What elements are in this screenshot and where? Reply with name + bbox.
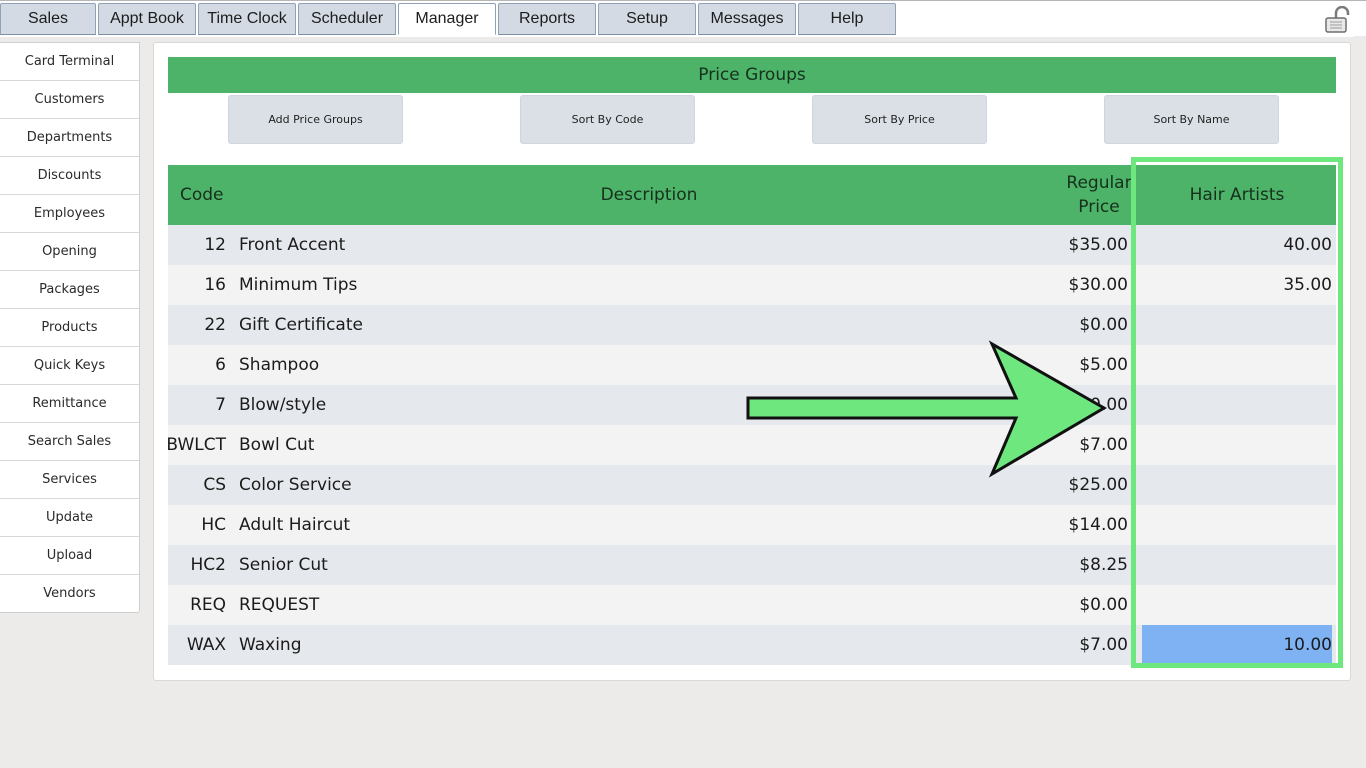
table-row[interactable]: 22 Gift Certificate $0.00 [168,305,1336,345]
cell-regular-price: $0.00 [1079,595,1128,615]
padlock-open-icon[interactable] [1322,5,1354,34]
table-row[interactable]: 12 Front Accent $35.00 40.00 [168,225,1336,265]
tab-sales[interactable]: Sales [0,3,96,35]
sidebar-item-upload[interactable]: Upload [0,537,139,575]
price-groups-panel: Price Groups Add Price Groups Sort By Co… [153,42,1351,681]
cell-description: Adult Haircut [239,515,351,535]
column-header-regular-price[interactable]: Regular Price [1054,165,1144,225]
tab-appt-book[interactable]: Appt Book [98,3,196,35]
tab-setup[interactable]: Setup [598,3,696,35]
sidebar-item-employees[interactable]: Employees [0,195,139,233]
cell-description: REQUEST [239,595,320,615]
table-row[interactable]: 6 Shampoo $5.00 [168,345,1336,385]
sidebar-item-vendors[interactable]: Vendors [0,575,139,612]
tab-scheduler[interactable]: Scheduler [298,3,396,35]
top-nav-bar: Sales Appt Book Time Clock Scheduler Man… [0,0,1366,37]
sidebar-item-search-sales[interactable]: Search Sales [0,423,139,461]
cell-regular-price: $0.00 [1079,395,1128,415]
table-row[interactable]: BWLCT Bowl Cut $7.00 [166,425,1336,465]
cell-regular-price: $25.00 [1068,475,1128,495]
cell-hair-artists-price-input[interactable]: 10.00 [1142,625,1332,665]
cell-hair-artists-price-input[interactable] [1142,545,1332,585]
cell-code: 6 [215,355,226,375]
cell-regular-price: $8.25 [1079,555,1128,575]
sort-by-name-button[interactable]: Sort By Name [1104,95,1279,144]
sidebar-item-customers[interactable]: Customers [0,81,139,119]
cell-code: CS [203,475,226,495]
sidebar-item-remittance[interactable]: Remittance [0,385,139,423]
table-row[interactable]: 16 Minimum Tips $30.00 35.00 [168,265,1336,305]
cell-hair-artists-price-input[interactable] [1142,465,1332,505]
sidebar-item-products[interactable]: Products [0,309,139,347]
column-header-description[interactable]: Description [239,165,1059,225]
cell-regular-price: $35.00 [1068,235,1128,255]
page-title: Price Groups [168,57,1336,93]
table-row[interactable]: REQ REQUEST $0.00 [168,585,1336,625]
cell-description: Bowl Cut [239,435,315,455]
price-table-body: 12 Front Accent $35.00 40.00 16 Minimum Tips $… [166,225,1336,665]
cell-hair-artists-price-input[interactable] [1142,345,1332,385]
table-row[interactable]: 7 Blow/style $0.00 [168,385,1336,425]
manager-side-menu: Card Terminal Customers Departments Disc… [0,42,140,613]
main-tabs: Sales Appt Book Time Clock Scheduler Man… [0,3,898,37]
table-row[interactable]: HC Adult Haircut $14.00 [168,505,1336,545]
cell-code: 7 [215,395,226,415]
cell-description: Waxing [239,635,302,655]
sidebar-item-departments[interactable]: Departments [0,119,139,157]
sidebar-item-update[interactable]: Update [0,499,139,537]
cell-code: 16 [204,275,226,295]
cell-regular-price: $7.00 [1079,635,1128,655]
column-header-hair-artists[interactable]: Hair Artists [1142,165,1332,225]
cell-regular-price: $7.00 [1079,435,1128,455]
cell-description: Blow/style [239,395,327,415]
cell-code: REQ [190,595,226,615]
column-header-regular-price-line1: Regular [1066,173,1132,193]
cell-hair-artists-price-input[interactable] [1142,425,1332,465]
column-header-regular-price-line2: Price [1078,197,1120,217]
cell-hair-artists-price-input[interactable] [1142,585,1332,625]
cell-description: Shampoo [239,355,320,375]
cell-hair-artists-price-input[interactable] [1142,385,1332,425]
cell-hair-artists-price-input[interactable] [1142,505,1332,545]
sort-by-price-button[interactable]: Sort By Price [812,95,987,144]
cell-regular-price: $5.00 [1079,355,1128,375]
table-row[interactable]: CS Color Service $25.00 [168,465,1336,505]
cell-hair-artists-price-input[interactable]: 40.00 [1142,225,1332,265]
cell-description: Front Accent [239,235,346,255]
cell-description: Gift Certificate [239,315,363,335]
cell-regular-price: $0.00 [1079,315,1128,335]
cell-regular-price: $30.00 [1068,275,1128,295]
sidebar-item-opening[interactable]: Opening [0,233,139,271]
sidebar-item-quick-keys[interactable]: Quick Keys [0,347,139,385]
sidebar-item-services[interactable]: Services [0,461,139,499]
cell-code: 12 [204,235,226,255]
sidebar-item-packages[interactable]: Packages [0,271,139,309]
tab-reports[interactable]: Reports [498,3,596,35]
tab-help[interactable]: Help [798,3,896,35]
cell-code: HC [201,515,226,535]
tab-messages[interactable]: Messages [698,3,796,35]
add-price-groups-button[interactable]: Add Price Groups [228,95,403,144]
cell-code: HC2 [190,555,226,575]
tab-manager[interactable]: Manager [398,3,496,35]
scrollbar-track[interactable] [1354,36,1366,768]
tab-time-clock[interactable]: Time Clock [198,3,296,35]
cell-code: 22 [204,315,226,335]
column-header-code[interactable]: Code [180,165,224,225]
cell-code: WAX [186,635,226,655]
table-row[interactable]: HC2 Senior Cut $8.25 [168,545,1336,585]
cell-code: BWLCT [166,435,226,455]
sidebar-item-discounts[interactable]: Discounts [0,157,139,195]
cell-description: Color Service [239,475,352,495]
cell-hair-artists-price-input[interactable] [1142,305,1332,345]
cell-description: Senior Cut [239,555,328,575]
sidebar-item-card-terminal[interactable]: Card Terminal [0,43,139,81]
cell-regular-price: $14.00 [1068,515,1128,535]
table-header: Code Description Regular Price Hair Arti… [168,165,1336,225]
cell-hair-artists-price-input[interactable]: 35.00 [1142,265,1332,305]
cell-description: Minimum Tips [239,275,358,295]
sort-by-code-button[interactable]: Sort By Code [520,95,695,144]
table-row[interactable]: WAX Waxing $7.00 10.00 [168,625,1336,665]
